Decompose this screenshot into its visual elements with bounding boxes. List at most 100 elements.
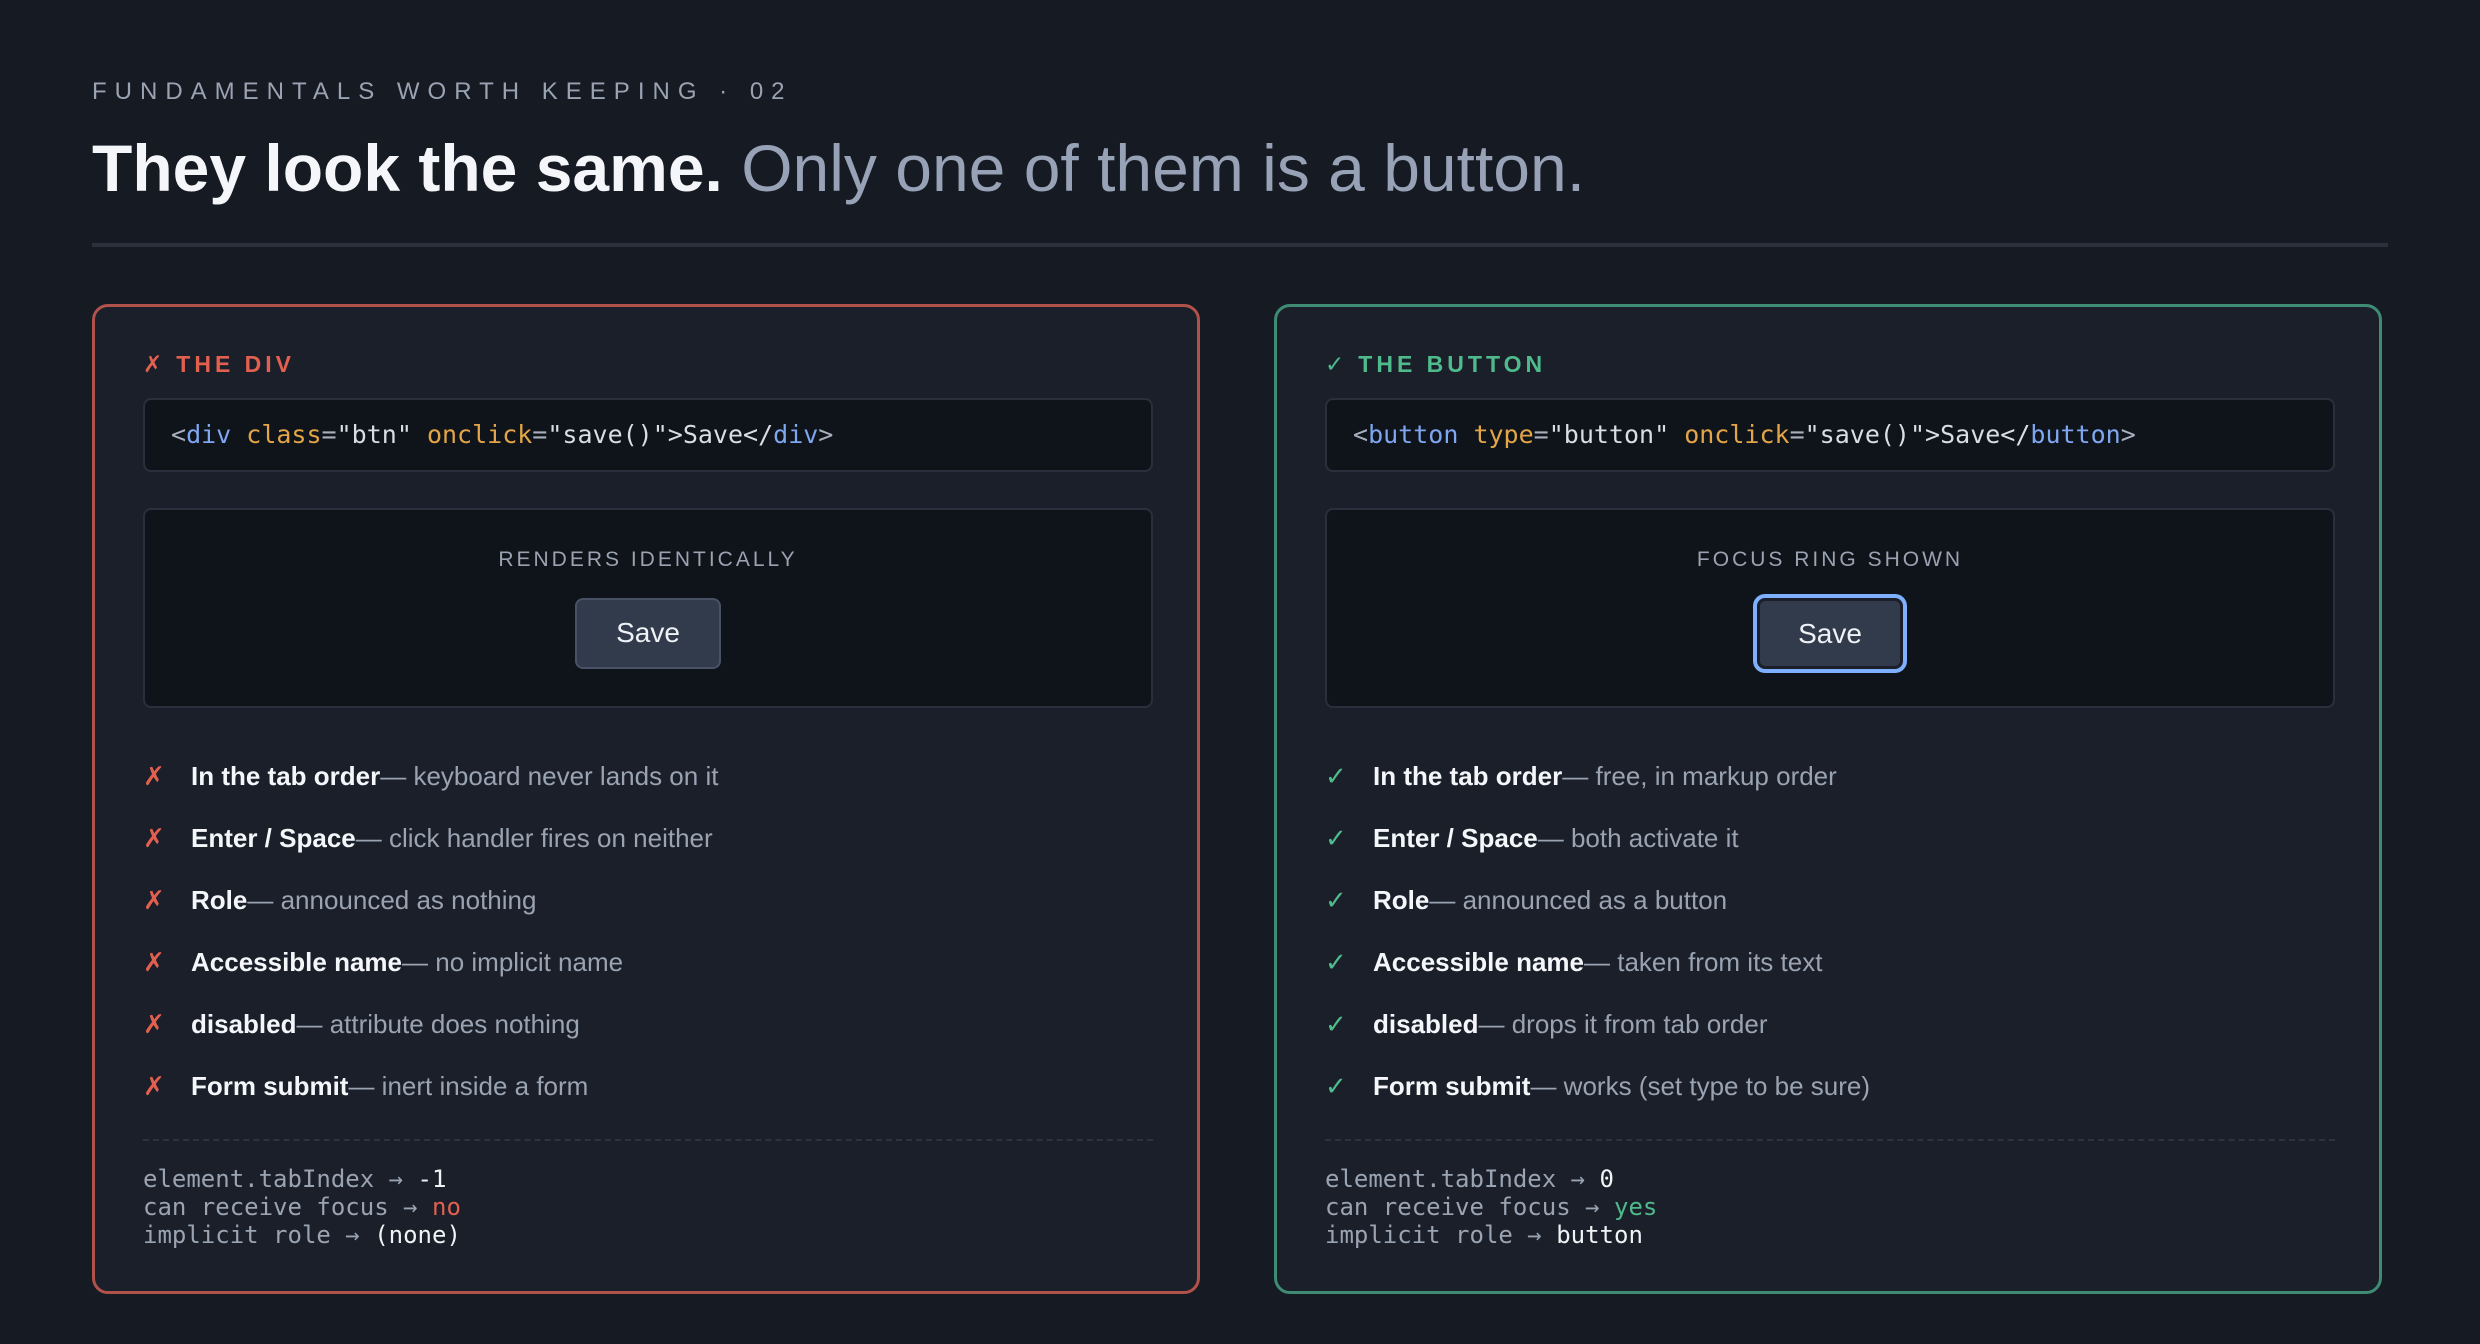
cross-icon: ✗ <box>143 822 165 853</box>
dashed-divider <box>143 1139 1153 1141</box>
fact-value: 0 <box>1599 1165 1614 1193</box>
button-card: ✓ THE BUTTON <button type="button" onclic… <box>1274 304 2382 1294</box>
check-icon: ✓ <box>1325 822 1347 853</box>
card-title-label: THE DIV <box>176 351 296 377</box>
check-desc: — both activate it <box>1537 822 1739 853</box>
code-text: >Save</ <box>1925 420 2031 449</box>
render-preview: FOCUS RING SHOWN Save <box>1325 508 2335 708</box>
list-item: ✓ Enter / Space — both activate it <box>1325 807 2335 869</box>
card-title: ✗ THE DIV <box>143 351 295 378</box>
code-value: "save()" <box>1804 420 1926 449</box>
list-item: ✗ Role — announced as nothing <box>143 869 1153 931</box>
check-desc: — no implicit name <box>402 946 624 977</box>
div-card: ✗ THE DIV <div class="btn" onclick="save(… <box>92 304 1200 1294</box>
arrow-icon: → <box>374 1165 418 1193</box>
arrow-icon: → <box>330 1221 375 1249</box>
fact-value: no <box>432 1193 461 1221</box>
check-desc: — click handler fires on neither <box>355 822 713 853</box>
code-attr: onclick <box>426 420 533 449</box>
cross-icon: ✗ <box>143 760 165 791</box>
list-item: ✓ In the tab order — free, in markup orde… <box>1325 745 2335 807</box>
list-item: ✗ Accessible name — no implicit name <box>143 931 1153 993</box>
check-desc: — announced as nothing <box>247 884 537 915</box>
list-item: ✗ In the tab order — keyboard never lands… <box>143 745 1153 807</box>
fact-key: implicit role <box>143 1221 331 1249</box>
fact-row: can receive focus → yes <box>1325 1193 1657 1221</box>
cross-icon: ✗ <box>143 946 165 977</box>
facts-readout: element.tabIndex → -1 can receive focus … <box>143 1165 461 1249</box>
check-desc: — attribute does nothing <box>296 1008 580 1039</box>
arrow-icon: → <box>1556 1165 1600 1193</box>
fact-row: implicit role → button <box>1325 1221 1657 1249</box>
code-value: "btn" <box>336 420 412 449</box>
save-div-demo[interactable]: Save <box>575 598 721 669</box>
code-tag: div <box>186 420 232 449</box>
fact-value: button <box>1556 1221 1643 1249</box>
arrow-icon: → <box>1570 1193 1614 1221</box>
list-item: ✗ Enter / Space — click handler fires on … <box>143 807 1153 869</box>
fact-key: implicit role <box>1325 1221 1513 1249</box>
eyebrow: FUNDAMENTALS WORTH KEEPING · 02 <box>92 78 793 105</box>
preview-label: FOCUS RING SHOWN <box>1696 548 1964 571</box>
check-icon: ✓ <box>1325 760 1347 791</box>
code-punct: = <box>1533 420 1549 449</box>
list-item: ✗ Form submit — inert inside a form <box>143 1055 1153 1117</box>
code-punct: = <box>532 420 548 449</box>
code-text: >Save</ <box>667 420 774 449</box>
code-attr: class <box>246 420 322 449</box>
code-punct: = <box>321 420 337 449</box>
code-punct: < <box>1353 420 1369 449</box>
cross-icon: ✗ <box>143 1008 165 1039</box>
arrow-icon: → <box>1512 1221 1557 1249</box>
save-button[interactable]: Save <box>1757 598 1903 669</box>
list-item: ✓ Form submit — works (set type to be sur… <box>1325 1055 2335 1117</box>
render-preview: RENDERS IDENTICALLY Save <box>143 508 1153 708</box>
check-term: disabled <box>191 1008 297 1039</box>
code-punct: > <box>2120 420 2136 449</box>
check-list: ✓ In the tab order — free, in markup orde… <box>1325 745 2335 1117</box>
code-value: "button" <box>1548 420 1670 449</box>
page-title: They look the same. Only one of them is … <box>92 128 1585 208</box>
check-desc: — announced as a button <box>1429 884 1728 915</box>
list-item: ✗ disabled — attribute does nothing <box>143 993 1153 1055</box>
check-term: Accessible name <box>191 946 403 977</box>
code-tag: div <box>773 420 819 449</box>
check-term: Form submit <box>191 1070 349 1101</box>
fact-row: element.tabIndex → 0 <box>1325 1165 1657 1193</box>
fact-key: element.tabIndex <box>143 1165 375 1193</box>
code-snippet: <button type="button" onclick="save()">S… <box>1325 398 2335 472</box>
card-title-label: THE BUTTON <box>1358 351 1547 377</box>
check-term: Accessible name <box>1373 946 1585 977</box>
code-punct: = <box>1789 420 1805 449</box>
check-desc: — drops it from tab order <box>1478 1008 1768 1039</box>
divider <box>92 243 2388 247</box>
check-icon: ✓ <box>1325 351 1345 377</box>
fact-value: yes <box>1614 1193 1658 1221</box>
fact-value: (none) <box>374 1221 461 1249</box>
check-term: Enter / Space <box>1373 822 1538 853</box>
check-term: disabled <box>1373 1008 1479 1039</box>
arrow-icon: → <box>388 1193 432 1221</box>
check-desc: — keyboard never lands on it <box>380 760 719 791</box>
cross-icon: ✗ <box>143 1070 165 1101</box>
check-term: In the tab order <box>191 760 381 791</box>
check-term: Role <box>1373 884 1430 915</box>
code-punct: < <box>171 420 187 449</box>
cross-icon: ✗ <box>143 351 163 377</box>
fact-row: implicit role → (none) <box>143 1221 461 1249</box>
check-desc: — works (set type to be sure) <box>1530 1070 1871 1101</box>
list-item: ✓ Accessible name — taken from its text <box>1325 931 2335 993</box>
fact-row: can receive focus → no <box>143 1193 461 1221</box>
card-title: ✓ THE BUTTON <box>1325 351 1546 378</box>
code-snippet: <div class="btn" onclick="save()">Save</… <box>143 398 1153 472</box>
facts-readout: element.tabIndex → 0 can receive focus →… <box>1325 1165 1657 1249</box>
check-icon: ✓ <box>1325 1070 1347 1101</box>
check-icon: ✓ <box>1325 884 1347 915</box>
check-icon: ✓ <box>1325 946 1347 977</box>
code-attr: type <box>1473 420 1534 449</box>
code-tag: button <box>2030 420 2121 449</box>
check-term: In the tab order <box>1373 760 1563 791</box>
cross-icon: ✗ <box>143 884 165 915</box>
check-term: Form submit <box>1373 1070 1531 1101</box>
code-attr: onclick <box>1684 420 1790 449</box>
